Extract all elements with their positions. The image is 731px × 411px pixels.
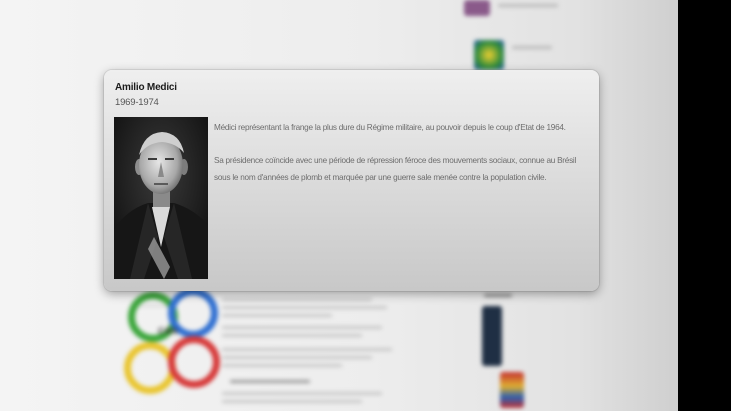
- logo-text: CAN: [158, 326, 178, 336]
- description-paragraph-2: Sa présidence coïncide avec une période …: [214, 156, 577, 182]
- right-black-strip: [678, 0, 731, 411]
- president-description: Médici représentant la frange la plus du…: [214, 119, 588, 202]
- president-years: 1969-1974: [115, 97, 159, 108]
- portrait-photo-icon: [114, 117, 208, 279]
- president-name: Amilio Medici: [115, 82, 177, 93]
- president-popover: Amilio Medici 1969-1974 Médici représent…: [104, 70, 599, 291]
- can-logo-icon: CAN: [124, 286, 220, 398]
- description-paragraph-1: Médici représentant la frange la plus du…: [214, 123, 566, 132]
